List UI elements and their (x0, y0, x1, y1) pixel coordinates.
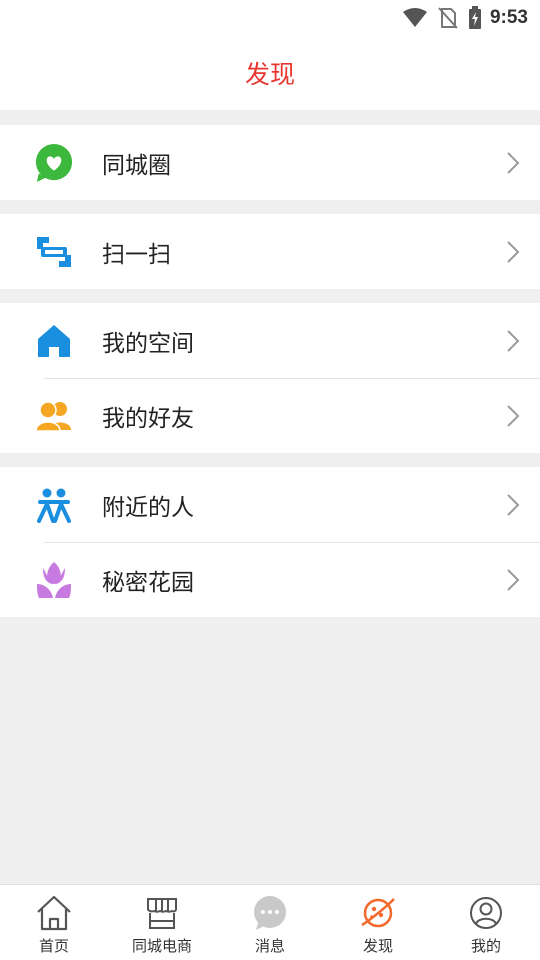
tulip-icon (34, 560, 74, 600)
profile-icon (466, 893, 506, 933)
menu-item-label: 秘密花园 (102, 569, 194, 596)
tab-label: 我的 (470, 937, 501, 955)
tab-profile[interactable]: 我的 (432, 885, 540, 960)
chevron-right-icon (507, 329, 520, 352)
page-title: 发现 (244, 60, 295, 89)
wifi-icon (402, 8, 428, 28)
menu-item-label: 附近的人 (102, 494, 194, 521)
chevron-right-icon (507, 151, 520, 174)
tab-label: 同城电商 (131, 937, 192, 955)
people-nearby-icon (34, 485, 74, 525)
home-icon (34, 321, 74, 361)
bottom-tab-bar: 首页 同城电商 消息 发现 我的 (0, 884, 540, 960)
menu-item-people-nearby[interactable]: 附近的人 (0, 467, 540, 542)
menu-group-4: 附近的人 秘密花园 (0, 467, 540, 617)
friends-icon (34, 396, 74, 436)
status-bar: 9:53 (0, 0, 540, 36)
status-time: 9:53 (489, 7, 528, 28)
page-header: 发现 (0, 36, 540, 110)
discover-icon (358, 893, 398, 933)
tab-label: 首页 (38, 937, 69, 955)
menu-item-label: 扫一扫 (102, 241, 171, 268)
menu-item-my-space[interactable]: 我的空间 (0, 303, 540, 378)
menu-item-label: 同城圈 (102, 152, 171, 179)
menu-item-my-friends[interactable]: 我的好友 (0, 378, 540, 453)
menu-item-label: 我的空间 (102, 330, 194, 357)
chevron-right-icon (507, 568, 520, 591)
tab-discover[interactable]: 发现 (324, 885, 432, 960)
chat-heart-icon (34, 143, 74, 183)
chevron-right-icon (507, 404, 520, 427)
menu-group-1: 同城圈 (0, 125, 540, 200)
scan-icon (34, 232, 74, 272)
tab-local-store[interactable]: 同城电商 (108, 885, 216, 960)
tab-home[interactable]: 首页 (0, 885, 108, 960)
home-outline-icon (34, 893, 74, 933)
chevron-right-icon (507, 493, 520, 516)
battery-charging-icon (468, 6, 482, 30)
menu-item-tongchengquan[interactable]: 同城圈 (0, 125, 540, 200)
message-icon (250, 893, 290, 933)
menu-group-3: 我的空间 我的好友 (0, 303, 540, 453)
no-sim-icon (438, 7, 458, 29)
menu-item-label: 我的好友 (102, 405, 194, 432)
menu-item-scan[interactable]: 扫一扫 (0, 214, 540, 289)
menu-group-2: 扫一扫 (0, 214, 540, 289)
store-icon (142, 893, 182, 933)
tab-label: 发现 (362, 937, 393, 955)
chevron-right-icon (507, 240, 520, 263)
menu-item-secret-garden[interactable]: 秘密花园 (0, 542, 540, 617)
tab-messages[interactable]: 消息 (216, 885, 324, 960)
tab-label: 消息 (254, 937, 285, 955)
